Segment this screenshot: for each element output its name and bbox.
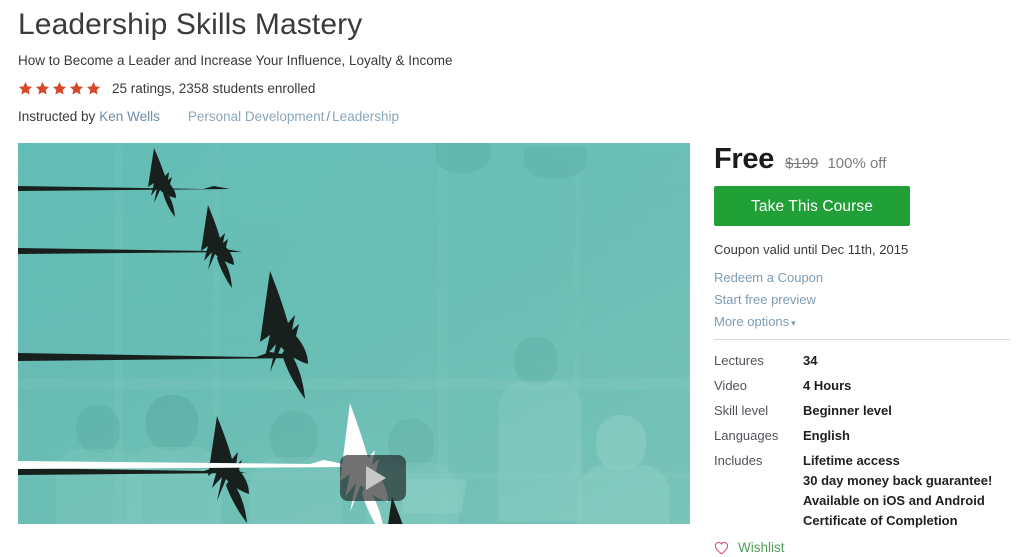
play-button[interactable] xyxy=(340,455,406,501)
detail-row-lectures: Lectures 34 xyxy=(714,353,1010,369)
star-icon xyxy=(18,81,33,94)
redeem-coupon-label: Redeem a Coupon xyxy=(714,270,824,285)
rating-text: 25 ratings, 2358 students enrolled xyxy=(112,80,316,96)
breadcrumb: Personal Development / Leadership xyxy=(188,109,399,124)
discount-badge: 100% off xyxy=(827,155,887,172)
start-free-preview-label: Start free preview xyxy=(714,292,816,307)
detail-value: 34 xyxy=(803,353,818,368)
chevron-down-icon: ▾ xyxy=(791,318,796,328)
includes-item: Available on iOS and Android xyxy=(803,493,985,508)
detail-label: Includes xyxy=(714,453,763,468)
detail-row-video: Video 4 Hours xyxy=(714,378,1010,394)
more-options-link[interactable]: More options ▾ xyxy=(714,314,1010,329)
detail-value: English xyxy=(803,428,850,443)
detail-value-list: Lifetime access 30 day money back guaran… xyxy=(803,453,992,529)
course-subtitle: How to Become a Leader and Increase Your… xyxy=(18,53,453,68)
wishlist-label: Wishlist xyxy=(738,540,785,555)
wishlist-button[interactable]: Wishlist xyxy=(714,540,785,555)
detail-label: Lectures xyxy=(714,353,764,368)
sidebar-divider xyxy=(714,339,1010,340)
redeem-coupon-link[interactable]: Redeem a Coupon xyxy=(714,270,1010,285)
page-title: Leadership Skills Mastery xyxy=(18,8,363,41)
star-icon xyxy=(86,81,101,94)
course-header: Leadership Skills Mastery How to Become … xyxy=(18,6,708,125)
detail-label: Languages xyxy=(714,428,779,443)
current-price: Free xyxy=(714,143,775,175)
instructed-by-label: Instructed by xyxy=(18,108,96,124)
coupon-validity-note: Coupon valid until Dec 11th, 2015 xyxy=(714,242,909,257)
instructor-link[interactable]: Ken Wells xyxy=(99,109,160,124)
detail-label: Video xyxy=(714,378,748,393)
more-options-label: More options xyxy=(714,314,790,329)
price-row: Free $199 100% off xyxy=(714,143,1010,177)
instructor-row: Instructed by Ken Wells Personal Develop… xyxy=(18,107,708,125)
rating-row: 25 ratings, 2358 students enrolled xyxy=(18,79,708,97)
includes-item: Lifetime access xyxy=(803,453,900,468)
start-free-preview-link[interactable]: Start free preview xyxy=(714,292,1010,307)
course-preview-video[interactable] xyxy=(18,143,690,524)
heart-icon xyxy=(714,541,729,554)
star-icon xyxy=(69,81,84,94)
star-icon xyxy=(35,81,50,94)
course-sidebar: Free $199 100% off Take This Course Coup… xyxy=(714,143,1010,555)
original-price: $199 xyxy=(785,155,819,172)
star-icon xyxy=(52,81,67,94)
includes-item: 30 day money back guarantee! xyxy=(803,473,993,488)
detail-value: 4 Hours xyxy=(803,378,852,393)
take-this-course-button[interactable]: Take This Course xyxy=(714,186,910,226)
breadcrumb-separator: / xyxy=(326,108,331,124)
sidebar-links: Redeem a Coupon Start free preview More … xyxy=(714,270,1010,329)
detail-row-skill-level: Skill level Beginner level xyxy=(714,403,1010,419)
detail-row-includes: Includes Lifetime access 30 day money ba… xyxy=(714,453,1010,529)
detail-value: Beginner level xyxy=(803,403,892,418)
includes-item: Certificate of Completion xyxy=(803,513,958,528)
course-details-list: Lectures 34 Video 4 Hours Skill level Be… xyxy=(714,353,1010,529)
course-landing-page: Leadership Skills Mastery How to Become … xyxy=(0,0,1024,557)
star-rating xyxy=(18,81,101,96)
detail-row-languages: Languages English xyxy=(714,428,1010,444)
detail-label: Skill level xyxy=(714,403,769,418)
category-link[interactable]: Personal Development xyxy=(188,109,325,124)
subcategory-link[interactable]: Leadership xyxy=(332,109,399,124)
play-icon xyxy=(365,466,386,490)
